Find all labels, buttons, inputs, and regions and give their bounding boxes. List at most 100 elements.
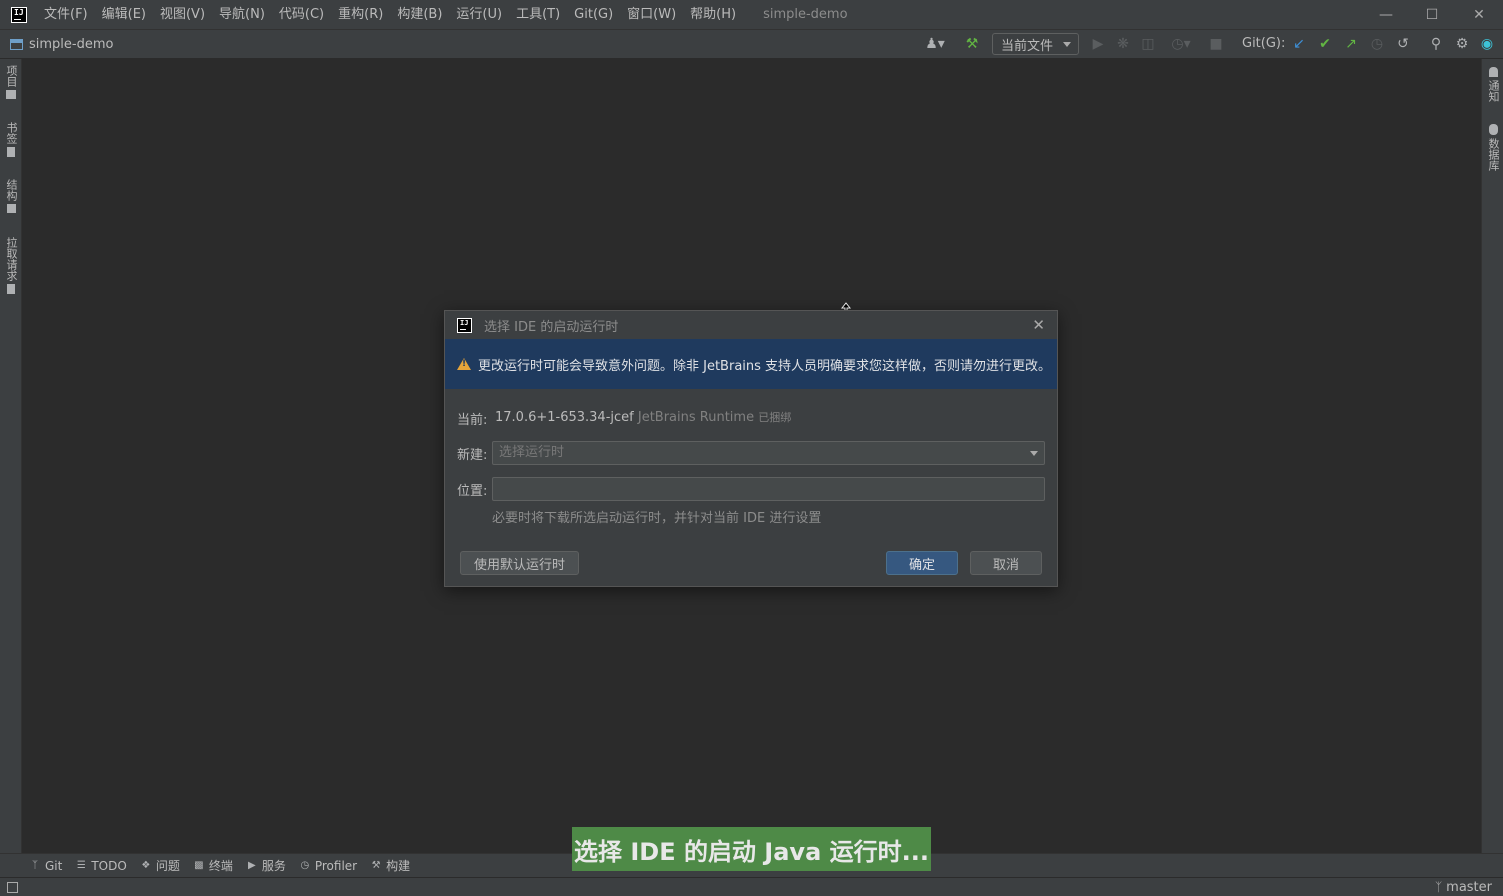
- profile-icon[interactable]: ◷▾: [1164, 29, 1198, 59]
- tool-terminal[interactable]: ▩ 终端: [194, 857, 233, 874]
- ok-button[interactable]: 确定: [886, 551, 958, 575]
- location-label: 位置:: [457, 484, 488, 499]
- menu-build[interactable]: 构建(B): [390, 0, 449, 29]
- run-configuration-select[interactable]: 当前文件: [992, 33, 1079, 55]
- tool-terminal-label: 终端: [208, 859, 233, 873]
- intellij-logo-icon: IJ: [457, 317, 472, 333]
- status-bar: ᛉ master: [0, 877, 1503, 896]
- git-branch-icon: ᛉ: [32, 859, 38, 871]
- warning-banner: 更改运行时可能会导致意外问题。除非 JetBrains 支持人员明确要求您这样做…: [445, 339, 1057, 389]
- tool-services-label: 服务: [261, 859, 286, 873]
- location-input[interactable]: [492, 477, 1045, 501]
- tool-problems[interactable]: ❖ 问题: [141, 857, 180, 874]
- tool-tab-label: 数据库: [1487, 138, 1500, 171]
- terminal-icon: ▩: [194, 859, 204, 871]
- database-icon: [1488, 124, 1498, 135]
- git-commit-icon[interactable]: ✔: [1316, 29, 1334, 59]
- menu-refactor[interactable]: 重构(R): [331, 0, 390, 29]
- dialog-header: IJ 选择 IDE 的启动运行时 ✕: [445, 311, 1057, 339]
- menu-window[interactable]: 窗口(W): [620, 0, 683, 29]
- folder-icon: [6, 90, 16, 99]
- git-label: Git(G):: [1242, 36, 1286, 51]
- bell-icon: [1488, 67, 1498, 77]
- menu-tools[interactable]: 工具(T): [509, 0, 567, 29]
- add-user-icon[interactable]: ♟▾: [922, 29, 948, 59]
- warning-text: 更改运行时可能会导致意外问题。除非 JetBrains 支持人员明确要求您这样做…: [478, 358, 1052, 374]
- bookmark-icon: [7, 147, 15, 157]
- structure-icon: [6, 204, 16, 213]
- menu-help[interactable]: 帮助(H): [683, 0, 743, 29]
- tool-windows-toggle-icon[interactable]: [7, 882, 18, 893]
- chevron-down-icon: [1063, 42, 1071, 47]
- tool-tab-label: 书签: [5, 122, 18, 144]
- settings-gear-icon[interactable]: ⚙: [1453, 29, 1471, 59]
- pull-request-icon: [7, 284, 15, 294]
- menu-run[interactable]: 运行(U): [449, 0, 509, 29]
- runtime-select-placeholder: 选择运行时: [499, 445, 565, 460]
- tool-tab-label: 结构: [5, 179, 18, 201]
- runtime-select[interactable]: 选择运行时: [492, 441, 1045, 465]
- hammer-icon: ⚒: [371, 859, 381, 871]
- warning-icon: [457, 358, 471, 370]
- menu-view[interactable]: 视图(V): [153, 0, 212, 29]
- branch-name: master: [1446, 880, 1492, 895]
- tool-build-label: 构建: [386, 859, 411, 873]
- download-hint: 必要时将下载所选启动运行时，并针对当前 IDE 进行设置: [492, 511, 822, 526]
- left-tool-stripe: 项目 书签 结构 拉取请求: [0, 59, 22, 853]
- run-configuration-label: 当前文件: [1001, 38, 1054, 54]
- stop-icon[interactable]: ■: [1207, 29, 1225, 59]
- title-bar: IJ 文件(F) 编辑(E) 视图(V) 导航(N) 代码(C) 重构(R) 构…: [0, 0, 1503, 29]
- code-with-me-icon[interactable]: ◉: [1478, 29, 1496, 59]
- tool-build[interactable]: ⚒ 构建: [371, 857, 411, 874]
- tool-tab-structure[interactable]: 结构: [0, 179, 22, 213]
- chevron-down-icon: [1030, 451, 1038, 456]
- tool-problems-label: 问题: [155, 859, 180, 873]
- tool-tab-database[interactable]: 数据库: [1482, 124, 1503, 171]
- tool-tab-bookmarks[interactable]: 书签: [0, 122, 22, 157]
- menu-file[interactable]: 文件(F): [37, 0, 95, 29]
- tool-services[interactable]: ▶ 服务: [247, 857, 286, 874]
- video-caption: 选择 IDE 的启动 Java 运行时...: [572, 827, 931, 871]
- tool-profiler-label: Profiler: [314, 858, 358, 873]
- tool-git-label: Git: [45, 858, 63, 873]
- search-icon[interactable]: ⚲: [1427, 29, 1445, 59]
- coverage-icon[interactable]: ◫: [1139, 29, 1157, 59]
- tool-todo-label: TODO: [91, 858, 127, 873]
- tool-tab-label: 通知: [1487, 80, 1500, 102]
- tool-todo[interactable]: ☰ TODO: [76, 858, 127, 873]
- menu-edit[interactable]: 编辑(E): [95, 0, 153, 29]
- maximize-button[interactable]: ☐: [1409, 0, 1455, 29]
- tool-tab-label: 项目: [5, 65, 18, 87]
- git-branch-widget[interactable]: ᛉ master: [1435, 878, 1492, 896]
- current-label: 当前:: [457, 413, 488, 428]
- new-label: 新建:: [457, 448, 488, 463]
- services-icon: ▶: [247, 859, 256, 871]
- breadcrumb-project[interactable]: simple-demo: [29, 37, 113, 52]
- tool-tab-label: 拉取请求: [5, 237, 18, 281]
- close-window-button[interactable]: ✕: [1456, 0, 1502, 29]
- git-push-icon[interactable]: ↗: [1342, 29, 1360, 59]
- run-icon[interactable]: ▶: [1089, 29, 1107, 59]
- list-icon: ☰: [76, 859, 86, 871]
- rollback-icon[interactable]: ↺: [1394, 29, 1412, 59]
- build-hammer-icon[interactable]: ⚒: [962, 29, 982, 59]
- current-version: 17.0.6+1-653.34-jcef: [495, 410, 634, 425]
- tool-tab-pull-requests[interactable]: 拉取请求: [0, 237, 22, 294]
- debug-icon[interactable]: ❋: [1114, 29, 1132, 59]
- use-default-runtime-button[interactable]: 使用默认运行时: [460, 551, 579, 575]
- cancel-button[interactable]: 取消: [970, 551, 1042, 575]
- tool-git[interactable]: ᛉ Git: [30, 859, 62, 873]
- menu-code[interactable]: 代码(C): [272, 0, 331, 29]
- tool-tab-project[interactable]: 项目: [0, 65, 22, 99]
- git-branch-icon: ᛉ: [1434, 880, 1443, 894]
- menu-navigate[interactable]: 导航(N): [212, 0, 272, 29]
- project-folder-icon: [10, 38, 23, 50]
- minimize-button[interactable]: —: [1363, 0, 1409, 29]
- tool-tab-notifications[interactable]: 通知: [1482, 67, 1503, 102]
- choose-runtime-dialog: IJ 选择 IDE 的启动运行时 ✕ 更改运行时可能会导致意外问题。除非 Jet…: [444, 310, 1058, 587]
- git-history-icon[interactable]: ◷: [1368, 29, 1386, 59]
- git-update-icon[interactable]: ↙: [1290, 29, 1308, 59]
- close-icon[interactable]: ✕: [1032, 316, 1045, 334]
- menu-git[interactable]: Git(G): [567, 0, 620, 29]
- tool-profiler[interactable]: ◷ Profiler: [300, 859, 357, 873]
